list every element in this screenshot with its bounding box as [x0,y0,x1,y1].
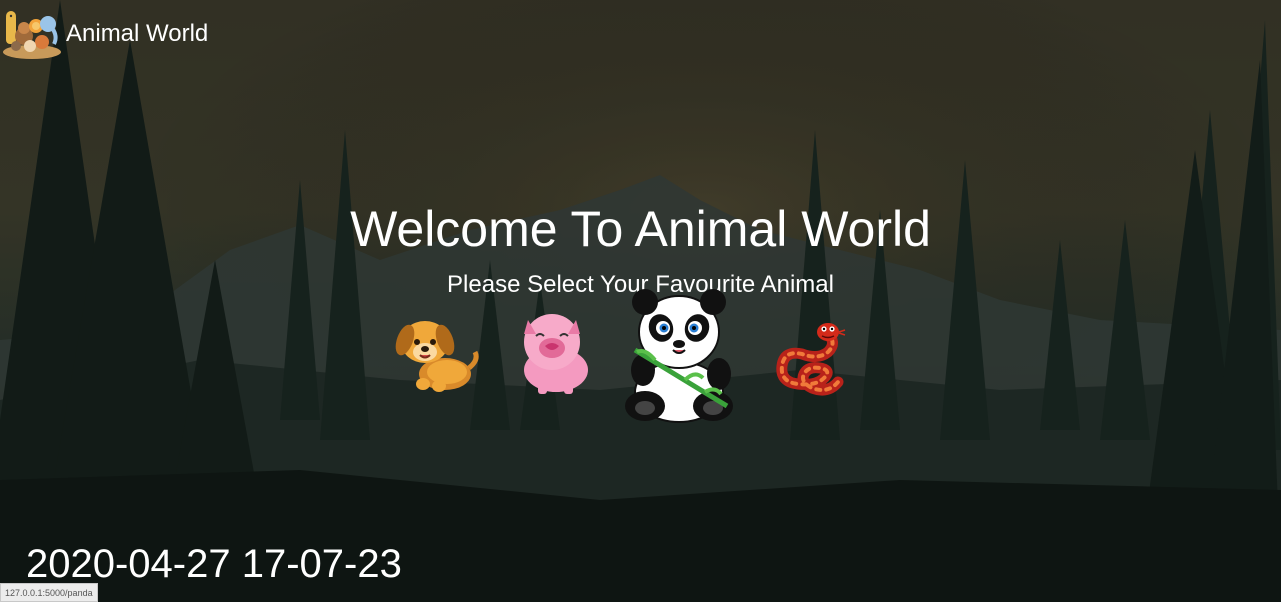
panda-icon [625,289,733,423]
timestamp: 2020-04-27 17-07-23 [26,542,402,586]
snake-icon [776,323,846,396]
page-title: Welcome To Animal World [350,201,931,257]
animal-group-logo-icon [3,11,61,59]
dog-icon [395,321,479,392]
page: Animal World Welcome To Animal World Ple… [0,0,1281,602]
status-bar-url: 127.0.0.1:5000/panda [0,583,98,602]
brand-home-link[interactable]: Animal World [2,6,208,60]
panda-link[interactable] [615,288,743,428]
pig-icon [524,314,588,394]
dog-link[interactable] [395,312,481,396]
brand-name[interactable]: Animal World [66,22,208,46]
pig-link[interactable] [512,308,596,398]
snake-link[interactable] [772,320,846,398]
